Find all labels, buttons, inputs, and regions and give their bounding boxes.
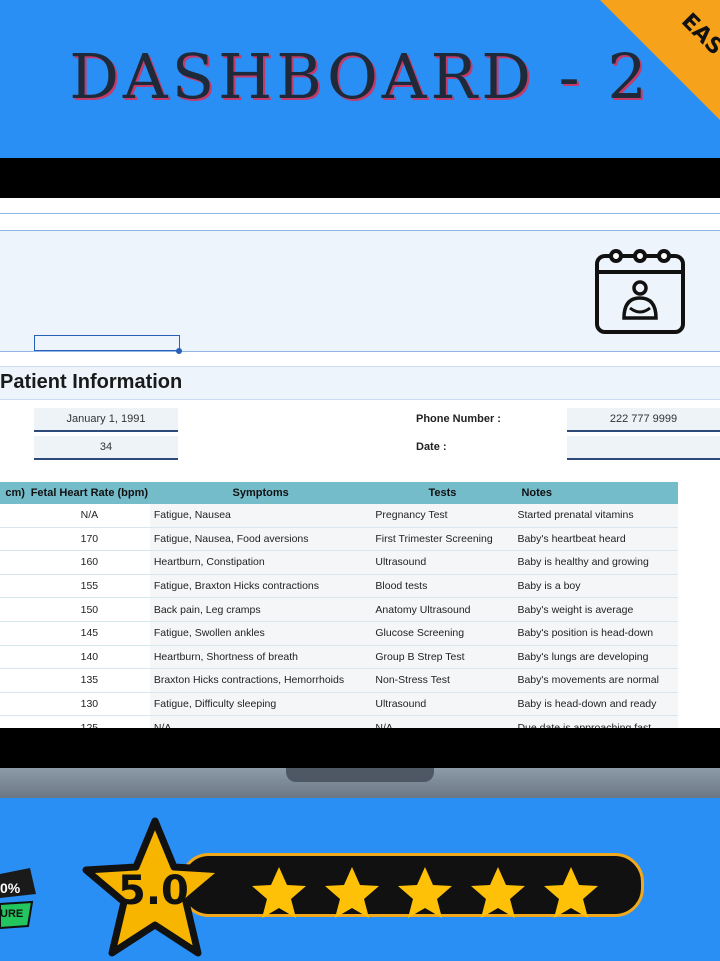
date-field[interactable] [567,436,720,460]
table-row: 135 Braxton Hicks contractions, Hemorrhoi… [0,668,678,693]
table-cell[interactable] [0,550,29,575]
pregnancy-calendar-icon [595,249,685,334]
table-cell[interactable] [0,504,29,528]
column-header: cm) [0,482,29,504]
table-row: N/A Fatigue, Nausea Pregnancy Test Started … [0,504,678,528]
table-cell[interactable]: Baby is healthy and growing [513,550,678,575]
age-field[interactable]: 34 [34,436,178,460]
table-cell[interactable] [0,645,29,670]
badge-text: URE [0,908,24,920]
spreadsheet-screen: Patient Information January 1, 1991 34 P… [0,198,720,728]
rating-score: 5.0 [118,868,189,914]
table-cell[interactable]: 150 [28,597,150,622]
table-cell[interactable] [0,527,29,552]
table-cell[interactable]: 145 [28,621,150,646]
table-cell[interactable]: 170 [28,527,150,552]
phone-label: Phone Number : [416,413,501,425]
column-header: Tests [371,482,514,504]
table-cell[interactable]: 155 [28,574,150,599]
table-cell[interactable]: Started prenatal vitamins [513,504,678,528]
table-cell[interactable]: Braxton Hicks contractions, Hemorrhoids [149,668,372,693]
table-row: 150 Back pain, Leg cramps Anatomy Ultrasou… [0,597,678,622]
table-cell[interactable]: Baby's weight is average [513,597,678,622]
patient-info-section: Patient Information [0,366,720,400]
table-row: 125 N/A N/A Due date is approaching fast [0,715,678,728]
table-cell[interactable]: First Trimester Screening [371,527,514,552]
table-cell[interactable]: Fatigue, Swollen ankles [149,621,372,646]
table-cell[interactable]: Ultrasound [371,692,514,717]
table-cell[interactable]: Glucose Screening [371,621,514,646]
star-icon [252,867,306,918]
table-cell[interactable]: Back pain, Leg cramps [149,597,372,622]
section-title: Patient Information [0,371,183,393]
table-cell[interactable]: 160 [28,550,150,575]
badge-percent: 0% [0,880,21,896]
column-header: Fetal Heart Rate (bpm) [28,482,150,504]
table-cell[interactable]: 135 [28,668,150,693]
table-cell[interactable]: Baby's position is head-down [513,621,678,646]
table-cell[interactable] [0,574,29,599]
divider [0,213,720,214]
table-cell[interactable]: Pregnancy Test [371,504,514,528]
dob-field[interactable]: January 1, 1991 [34,408,178,432]
table-cell[interactable]: Ultrasound [371,550,514,575]
table-cell[interactable]: N/A [371,715,514,728]
table-cell[interactable]: N/A [149,715,372,728]
fill-handle[interactable] [176,348,182,354]
table-cell[interactable]: Fatigue, Nausea, Food aversions [149,527,372,552]
table-cell[interactable]: Baby is a boy [513,574,678,599]
pregnancy-table: cm) Fetal Heart Rate (bpm) Symptoms Test… [0,482,678,728]
table-cell[interactable]: Baby is head-down and ready [513,692,678,717]
table-cell[interactable]: Due date is approaching fast [513,715,678,728]
table-cell[interactable]: Baby's heartbeat heard [513,527,678,552]
star-icon [471,867,525,918]
table-row: 170 Fatigue, Nausea, Food aversions First … [0,527,678,552]
table-cell[interactable] [0,692,29,717]
table-cell[interactable]: Fatigue, Nausea [149,504,372,528]
corner-ribbon: EAS [600,0,720,120]
table-cell[interactable]: Baby's lungs are developing [513,645,678,670]
table-row: 155 Fatigue, Braxton Hicks contractions Bl… [0,574,678,599]
table-cell[interactable]: 140 [28,645,150,670]
table-row: 145 Fatigue, Swollen ankles Glucose Screen… [0,621,678,646]
table-cell[interactable]: 130 [28,692,150,717]
table-cell[interactable]: 125 [28,715,150,728]
table-cell[interactable]: Fatigue, Braxton Hicks contractions [149,574,372,599]
table-row: 130 Fatigue, Difficulty sleeping Ultrasoun… [0,692,678,717]
table-cell[interactable]: Fatigue, Difficulty sleeping [149,692,372,717]
table-cell[interactable] [0,668,29,693]
phone-field[interactable]: 222 777 9999 [567,408,720,432]
column-header: Notes [513,482,678,504]
column-header: Symptoms [149,482,372,504]
table-cell[interactable] [0,715,29,728]
selected-cell[interactable] [34,335,180,351]
table-cell[interactable]: Non-Stress Test [371,668,514,693]
star-icon [325,867,379,918]
table-cell[interactable]: Heartburn, Shortness of breath [149,645,372,670]
table-row: 160 Heartburn, Constipation Ultrasound Baby… [0,550,678,575]
badge-shape-icon [0,868,36,930]
table-cell[interactable]: Baby's movements are normal [513,668,678,693]
table-row: 140 Heartburn, Shortness of breath Group B… [0,645,678,670]
table-cell[interactable]: Group B Strep Test [371,645,514,670]
table-cell[interactable]: Blood tests [371,574,514,599]
date-label: Date : [416,441,447,453]
table-cell[interactable]: Heartburn, Constipation [149,550,372,575]
table-cell[interactable] [0,597,29,622]
guarantee-badge: 0% URE [0,868,40,934]
star-icon [544,867,598,918]
star-icon [398,867,452,918]
laptop-notch [286,768,434,782]
table-cell[interactable] [0,621,29,646]
table-cell[interactable]: Anatomy Ultrasound [371,597,514,622]
table-header-row: cm) Fetal Heart Rate (bpm) Symptoms Test… [0,482,678,504]
laptop-bottom-bezel [0,728,720,768]
table-cell[interactable]: N/A [28,504,150,528]
